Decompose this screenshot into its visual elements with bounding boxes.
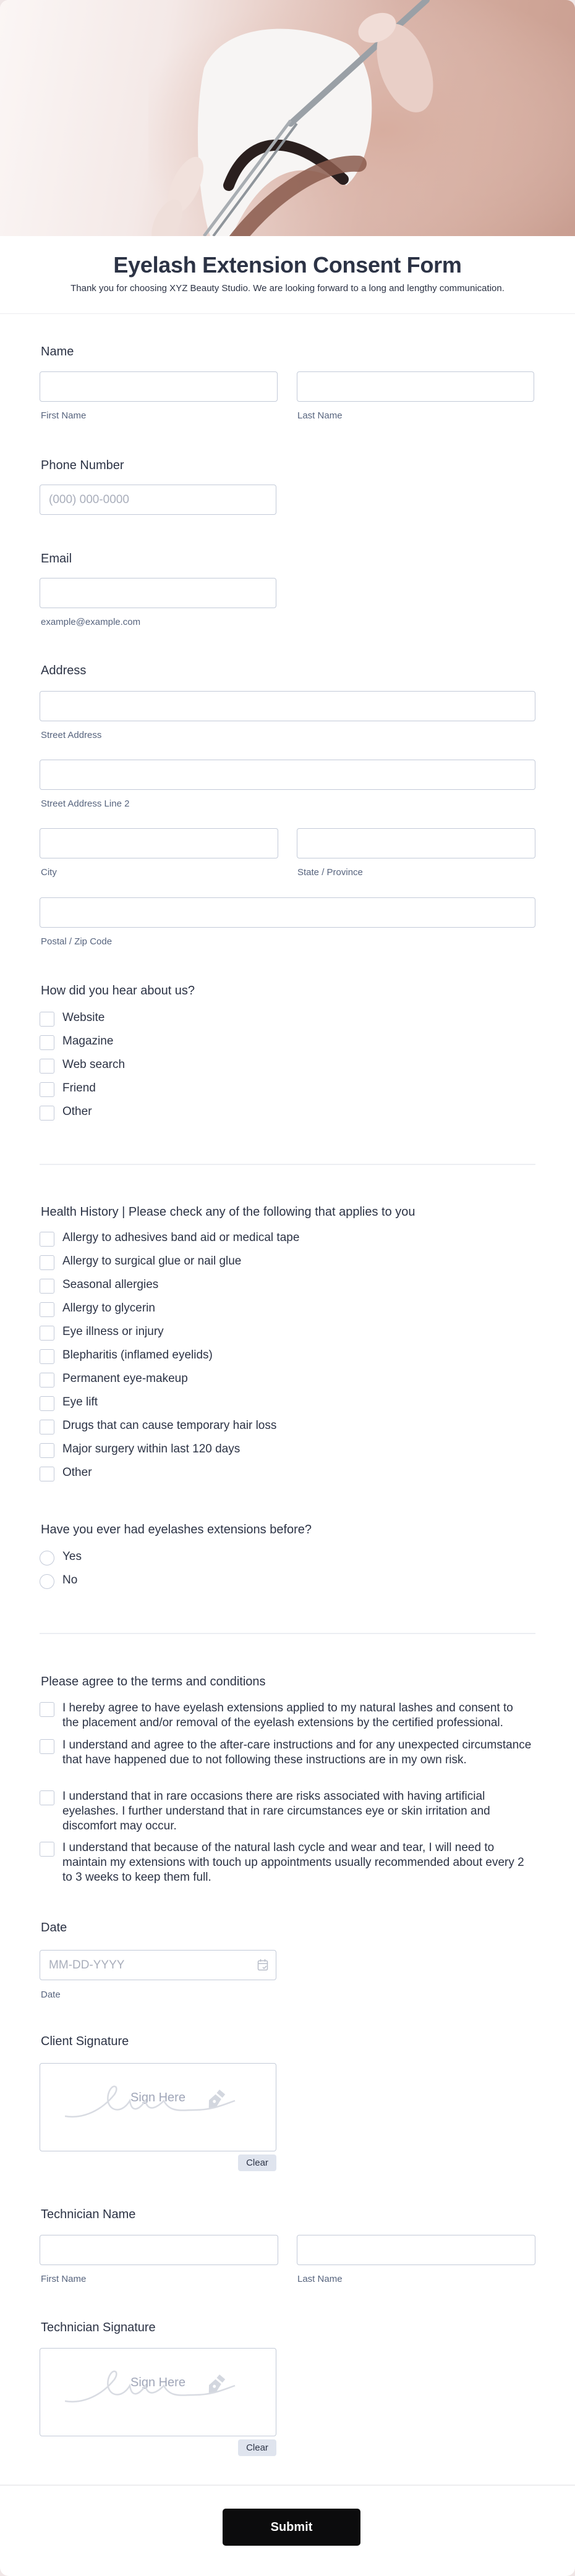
health-history-label: Health History | Please check any of the…	[41, 1205, 415, 1219]
email-label: Email	[41, 552, 72, 566]
terms-option-text: I understand that in rare occasions ther…	[62, 1790, 490, 1832]
phone-placeholder: (000) 000-0000	[49, 493, 129, 506]
technician-first-name-sublabel: First Name	[41, 2274, 87, 2284]
hear-about-option-label: Magazine	[62, 1035, 114, 1048]
city-sublabel: City	[41, 867, 57, 878]
health-history-checkbox[interactable]	[40, 1467, 54, 1481]
zip-sublabel: Postal / Zip Code	[41, 936, 113, 947]
terms-checkbox-consent[interactable]	[40, 1702, 54, 1717]
phone-input[interactable]: (000) 000-0000	[40, 485, 276, 515]
hear-about-checkbox-other[interactable]	[40, 1106, 54, 1121]
date-input[interactable]: MM-DD-YYYY	[40, 1950, 276, 1980]
section-divider	[40, 1633, 535, 1634]
date-placeholder: MM-DD-YYYY	[49, 1959, 125, 1972]
client-signature-pad[interactable]: Sign Here	[40, 2063, 276, 2151]
health-history-option-label: Allergy to adhesives band aid or medical…	[62, 1231, 300, 1244]
hear-about-checkbox-magazine[interactable]	[40, 1035, 54, 1050]
technician-signature-pad[interactable]: Sign Here	[40, 2348, 276, 2436]
signature-pen-icon	[65, 2085, 236, 2118]
form-title: Eyelash Extension Consent Form	[113, 252, 462, 278]
address-label: Address	[41, 664, 87, 677]
health-history-option-label: Eye lift	[62, 1396, 98, 1409]
signature-pen-icon	[65, 2370, 236, 2403]
street-address-input[interactable]	[40, 691, 535, 721]
health-history-checkbox[interactable]	[40, 1302, 54, 1317]
form-subtitle: Thank you for choosing XYZ Beauty Studio…	[70, 283, 505, 294]
health-history-option-label: Allergy to glycerin	[62, 1302, 155, 1315]
hear-about-option-label: Other	[62, 1105, 92, 1118]
state-input[interactable]	[297, 828, 535, 858]
technician-last-name-input[interactable]	[297, 2235, 535, 2265]
hear-about-checkbox-web-search[interactable]	[40, 1059, 54, 1074]
phone-label: Phone Number	[41, 459, 124, 472]
health-history-option-label: Seasonal allergies	[62, 1278, 159, 1291]
zip-input[interactable]	[40, 897, 535, 928]
radio-yes-label: Yes	[62, 1550, 82, 1563]
technician-signature-label: Technician Signature	[41, 2321, 156, 2334]
health-history-checkbox[interactable]	[40, 1373, 54, 1388]
health-history-checkbox[interactable]	[40, 1349, 54, 1364]
footer-divider	[0, 2485, 575, 2486]
client-signature-clear-button[interactable]: Clear	[238, 2154, 276, 2171]
health-history-option-label: Drugs that can cause temporary hair loss	[62, 1419, 277, 1432]
health-history-checkbox[interactable]	[40, 1255, 54, 1270]
email-sublabel: example@example.com	[41, 617, 141, 627]
hear-about-checkbox-website[interactable]	[40, 1012, 54, 1027]
email-input[interactable]	[40, 578, 276, 608]
radio-yes[interactable]	[40, 1551, 54, 1566]
eyelash-photo-illustration	[148, 0, 575, 236]
radio-no-label: No	[62, 1574, 78, 1587]
date-label: Date	[41, 1921, 67, 1934]
health-history-checkbox[interactable]	[40, 1232, 54, 1247]
terms-checkbox-aftercare[interactable]	[40, 1739, 54, 1754]
name-label: Name	[41, 345, 74, 358]
state-sublabel: State / Province	[297, 867, 363, 878]
terms-option-text: I hereby agree to have eyelash extension…	[62, 1701, 513, 1729]
hear-about-option-label: Web search	[62, 1058, 126, 1071]
client-signature-label: Client Signature	[41, 2035, 129, 2048]
last-name-input[interactable]	[297, 371, 534, 402]
hear-about-checkbox-friend[interactable]	[40, 1082, 54, 1097]
first-name-input[interactable]	[40, 371, 278, 402]
technician-first-name-input[interactable]	[40, 2235, 278, 2265]
hear-about-option-label: Website	[62, 1011, 105, 1024]
street-address-line2-input[interactable]	[40, 760, 535, 790]
section-divider	[40, 1164, 535, 1165]
street-address-sublabel: Street Address	[41, 730, 102, 740]
first-name-sublabel: First Name	[41, 410, 87, 421]
terms-option-text: I understand and agree to the after-care…	[62, 1739, 532, 1766]
health-history-checkbox[interactable]	[40, 1326, 54, 1341]
terms-label: Please agree to the terms and conditions	[41, 1675, 266, 1688]
calendar-icon[interactable]	[257, 1959, 268, 1974]
health-history-checkbox[interactable]	[40, 1420, 54, 1434]
last-name-sublabel: Last Name	[297, 410, 343, 421]
form-card: Eyelash Extension Consent Form Thank you…	[0, 0, 575, 2576]
city-input[interactable]	[40, 828, 278, 858]
date-sublabel: Date	[41, 1989, 61, 2000]
health-history-checkbox[interactable]	[40, 1279, 54, 1294]
street-address-line2-sublabel: Street Address Line 2	[41, 799, 130, 809]
previous-extensions-label: Have you ever had eyelashes extensions b…	[41, 1523, 312, 1536]
form-header: Eyelash Extension Consent Form Thank you…	[0, 236, 575, 314]
technician-name-label: Technician Name	[41, 2208, 136, 2221]
health-history-option-label: Major surgery within last 120 days	[62, 1443, 241, 1455]
hear-about-option-label: Friend	[62, 1082, 96, 1095]
terms-checkbox-risks[interactable]	[40, 1790, 54, 1805]
hero-image	[0, 0, 575, 236]
terms-checkbox-maintenance[interactable]	[40, 1842, 54, 1857]
radio-no[interactable]	[40, 1574, 54, 1589]
health-history-checkbox[interactable]	[40, 1443, 54, 1458]
hear-about-label: How did you hear about us?	[41, 984, 195, 998]
submit-button[interactable]: Submit	[223, 2509, 360, 2546]
health-history-checkbox[interactable]	[40, 1396, 54, 1411]
health-history-option-label: Permanent eye-makeup	[62, 1372, 188, 1385]
health-history-option-label: Allergy to surgical glue or nail glue	[62, 1255, 242, 1268]
health-history-option-label: Other	[62, 1466, 92, 1479]
health-history-option-label: Eye illness or injury	[62, 1325, 164, 1338]
health-history-option-label: Blepharitis (inflamed eyelids)	[62, 1349, 213, 1362]
technician-last-name-sublabel: Last Name	[297, 2274, 343, 2284]
technician-signature-clear-button[interactable]: Clear	[238, 2439, 276, 2456]
terms-option-text: I understand that because of the natural…	[62, 1841, 524, 1884]
